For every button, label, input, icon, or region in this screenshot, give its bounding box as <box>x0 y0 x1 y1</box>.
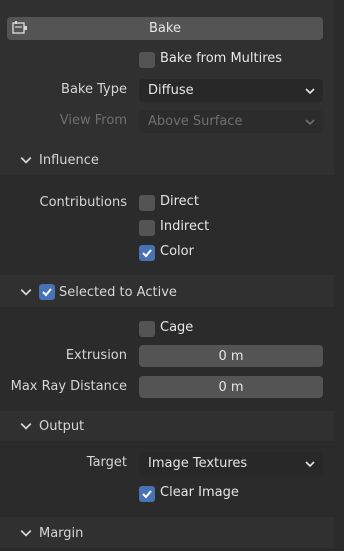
chevron-down-icon <box>305 118 315 125</box>
scrollbar-track[interactable] <box>334 0 344 551</box>
check-icon <box>42 288 52 297</box>
output-title: Output <box>39 418 85 434</box>
bake-icon <box>12 20 28 36</box>
bake-type-label: Bake Type <box>61 82 127 97</box>
selected-to-active-title: Selected to Active <box>59 284 177 300</box>
target-dropdown[interactable]: Image Textures <box>139 452 323 475</box>
target-label: Target <box>86 455 127 470</box>
color-label: Color <box>160 244 194 259</box>
clear-image-checkbox[interactable] <box>139 486 155 502</box>
chevron-down-icon <box>20 157 32 164</box>
margin-panel-header[interactable]: Margin <box>0 518 334 548</box>
selected-to-active-panel-header[interactable]: Selected to Active <box>0 277 334 307</box>
cage-checkbox[interactable] <box>139 321 155 337</box>
view-from-label: View From <box>59 113 127 128</box>
chevron-down-icon <box>305 87 315 94</box>
bake-type-value: Diffuse <box>148 83 194 98</box>
bake-type-dropdown[interactable]: Diffuse <box>139 79 323 102</box>
bake-from-multires-checkbox[interactable] <box>139 52 155 68</box>
selected-to-active-checkbox[interactable] <box>39 284 55 300</box>
bake-from-multires-label: Bake from Multires <box>160 51 283 66</box>
output-panel-header[interactable]: Output <box>0 411 334 441</box>
influence-panel-header[interactable]: Influence <box>0 145 334 175</box>
extrusion-field[interactable]: 0 m <box>139 345 323 367</box>
chevron-down-icon <box>20 423 32 430</box>
influence-title: Influence <box>39 152 99 168</box>
target-value: Image Textures <box>148 456 248 471</box>
bake-button-label: Bake <box>149 21 181 36</box>
max-ray-distance-field[interactable]: 0 m <box>139 376 323 398</box>
chevron-down-icon <box>20 530 32 537</box>
indirect-checkbox[interactable] <box>139 220 155 236</box>
max-ray-distance-value: 0 m <box>218 379 244 395</box>
check-icon <box>142 249 152 258</box>
view-from-value: Above Surface <box>148 114 243 129</box>
indirect-label: Indirect <box>160 219 210 234</box>
max-ray-distance-label: Max Ray Distance <box>10 379 127 394</box>
cage-label: Cage <box>160 320 194 335</box>
clear-image-label: Clear Image <box>160 485 239 500</box>
view-from-dropdown[interactable]: Above Surface <box>139 110 323 133</box>
direct-label: Direct <box>160 194 199 209</box>
bake-button[interactable]: Bake <box>7 17 323 40</box>
chevron-down-icon <box>305 460 315 467</box>
extrusion-label: Extrusion <box>65 348 127 363</box>
direct-checkbox[interactable] <box>139 195 155 211</box>
check-icon <box>142 490 152 499</box>
contributions-label: Contributions <box>39 195 128 210</box>
chevron-down-icon <box>20 289 32 296</box>
margin-title: Margin <box>39 525 84 541</box>
color-checkbox[interactable] <box>139 245 155 261</box>
extrusion-value: 0 m <box>218 348 244 364</box>
